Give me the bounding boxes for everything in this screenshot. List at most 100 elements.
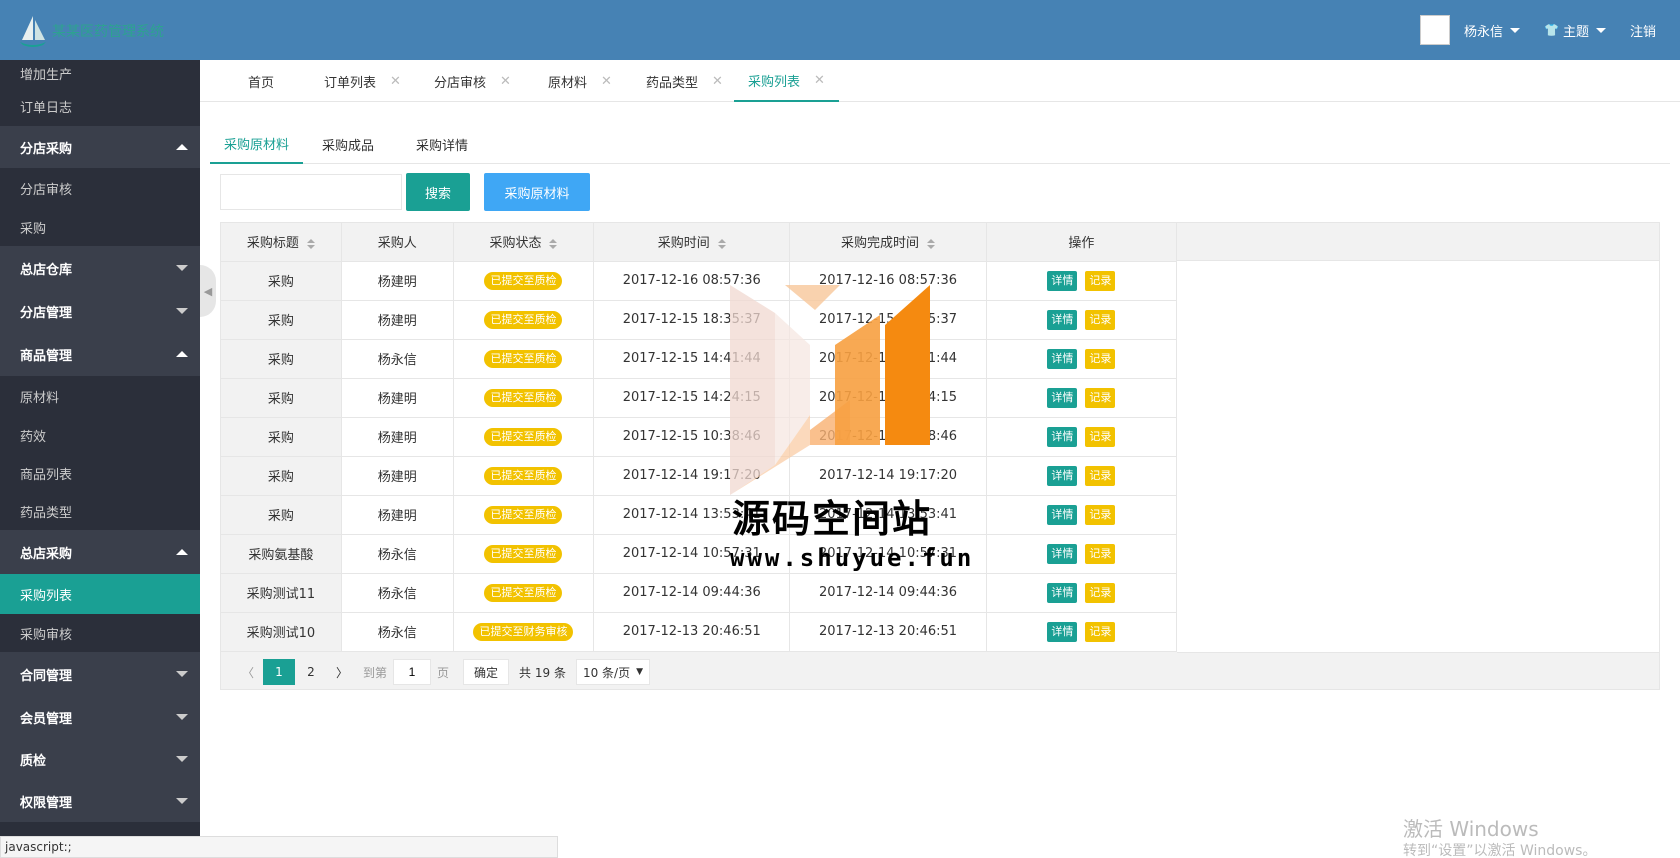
detail-button[interactable]: 详情 (1047, 426, 1078, 447)
user-menu[interactable]: 杨永信 (1464, 21, 1521, 40)
detail-button[interactable]: 详情 (1047, 348, 1078, 369)
tab-item[interactable]: 分店审核 ✕ (420, 60, 525, 102)
record-button[interactable]: 记录 (1085, 270, 1116, 291)
avatar[interactable] (1420, 15, 1450, 45)
table-row: 采购 杨建明 已提交至质检 2017-12-14 13:53:41 2017-12-14… (221, 495, 1178, 535)
tab-item[interactable]: 原材料 ✕ (534, 60, 626, 102)
column-header-label: 操作 (1068, 236, 1095, 252)
cell-title: 采购测试10 (221, 612, 342, 652)
sidebar-item[interactable]: 商品列表 (0, 454, 200, 492)
cell-buyer: 杨建明 (341, 495, 454, 535)
logout-link[interactable]: 注销 (1630, 21, 1656, 40)
sidebar-item-label: 合同管理 (20, 668, 73, 684)
sidebar-item[interactable]: 质检 (0, 738, 200, 780)
cell-buyer: 杨建明 (341, 378, 454, 418)
close-icon[interactable]: ✕ (814, 73, 825, 88)
theme-menu[interactable]: 👕 主题 (1544, 21, 1606, 40)
sidebar-item[interactable]: 会员管理 (0, 696, 200, 738)
sort-icon[interactable] (549, 238, 558, 249)
cell-status: 已提交至质检 (453, 495, 595, 535)
record-button[interactable]: 记录 (1085, 582, 1116, 603)
record-button[interactable]: 记录 (1085, 621, 1116, 642)
record-button[interactable]: 记录 (1085, 309, 1116, 330)
sidebar-item[interactable]: 总店仓库 (0, 246, 200, 290)
sidebar-item[interactable]: 商品管理 (0, 332, 200, 376)
sidebar-item[interactable]: 合同管理 (0, 652, 200, 696)
sort-icon[interactable] (306, 238, 315, 249)
tab-item[interactable]: 订单列表 ✕ (310, 60, 415, 102)
goto-label: 到第 (363, 665, 388, 680)
subtab-item[interactable]: 采购成品 (308, 124, 388, 164)
column-header[interactable]: 采购标题 (221, 223, 342, 262)
status-badge: 已提交至质检 (484, 583, 563, 602)
table-row: 采购杨建明已提交至质检2017-12-15 10:38:462017-12-15… (221, 417, 1178, 457)
cell-done-time: 2017-12-13 20:46:51 (789, 612, 987, 652)
detail-button[interactable]: 详情 (1047, 504, 1078, 525)
table-row: 采购杨建明已提交至质检2017-12-15 14:24:152017-12-15… (221, 378, 1178, 418)
prev-page-button[interactable]: 〈 (233, 659, 263, 685)
column-header[interactable]: 采购状态 (453, 223, 595, 262)
record-button[interactable]: 记录 (1085, 465, 1116, 486)
detail-button[interactable]: 详情 (1047, 582, 1078, 603)
sidebar-item[interactable]: 采购 (0, 208, 200, 246)
status-badge: 已提交至质检 (484, 310, 563, 329)
logo[interactable]: 某某医药管理系统 (18, 14, 164, 48)
goto-page-input[interactable] (393, 659, 432, 685)
sort-icon[interactable] (717, 238, 726, 249)
sidebar-item[interactable]: 药品类型 (0, 492, 200, 530)
column-header[interactable]: 采购时间 (593, 223, 791, 262)
record-button[interactable]: 记录 (1085, 504, 1116, 525)
app-title: 某某医药管理系统 (52, 24, 164, 40)
search-input[interactable] (220, 174, 402, 210)
tab-label: 订单列表 (324, 75, 377, 91)
detail-button[interactable]: 详情 (1047, 465, 1078, 486)
cell-title: 采购 (221, 495, 342, 535)
record-button[interactable]: 记录 (1085, 387, 1116, 408)
tab-item[interactable]: 采购列表 ✕ (734, 60, 839, 102)
sidebar-item[interactable]: 总店采购 (0, 530, 200, 574)
detail-button[interactable]: 详情 (1047, 387, 1078, 408)
subtab-item[interactable]: 采购原材料 (210, 124, 304, 164)
tab-item[interactable]: 药品类型 ✕ (632, 60, 737, 102)
sidebar-item-label: 分店采购 (20, 141, 73, 157)
sidebar-item-label: 质检 (20, 753, 47, 769)
sailboat-logo-icon (20, 16, 46, 47)
close-icon[interactable]: ✕ (601, 74, 612, 89)
search-button[interactable]: 搜索 (406, 173, 470, 211)
sidebar-item[interactable]: 采购审核 (0, 614, 200, 652)
close-icon[interactable]: ✕ (500, 74, 511, 89)
sidebar-item[interactable]: 采购列表 (0, 574, 200, 614)
column-header[interactable]: 采购完成时间 (789, 223, 987, 262)
subtab-item[interactable]: 采购详情 (402, 124, 482, 164)
sidebar-item[interactable]: 权限管理 (0, 780, 200, 822)
sidebar-item-label: 分店审核 (20, 182, 73, 198)
record-button[interactable]: 记录 (1085, 348, 1116, 369)
sidebar-item[interactable]: 药效 (0, 416, 200, 454)
cell-status: 已提交至质检 (453, 339, 595, 379)
tab-item[interactable]: 首页 (234, 60, 288, 102)
cell-status: 已提交至质检 (453, 300, 595, 340)
sidebar-item[interactable]: 分店采购 (0, 126, 200, 168)
record-button[interactable]: 记录 (1085, 543, 1116, 564)
sidebar-item[interactable]: 分店管理 (0, 290, 200, 332)
sidebar-item[interactable]: 增加生产 (0, 60, 200, 86)
sort-icon[interactable] (927, 238, 936, 249)
sidebar-item-label: 采购列表 (20, 588, 73, 604)
page-size-select[interactable]: 10 条/页 ▼ (575, 659, 651, 685)
purchase-material-button[interactable]: 采购原材料 (484, 173, 590, 211)
sidebar-item[interactable]: 订单日志 (0, 86, 200, 126)
detail-button[interactable]: 详情 (1047, 621, 1078, 642)
close-icon[interactable]: ✕ (390, 74, 401, 89)
goto-confirm-button[interactable]: 确定 (463, 659, 510, 685)
close-icon[interactable]: ✕ (712, 74, 723, 89)
page-2-button[interactable]: 2 (295, 659, 327, 685)
sidebar-item[interactable]: 分店审核 (0, 168, 200, 208)
sidebar-item[interactable]: 原材料 (0, 376, 200, 416)
detail-button[interactable]: 详情 (1047, 270, 1078, 291)
sidebar-collapse-handle[interactable]: ◀ (200, 265, 216, 317)
record-button[interactable]: 记录 (1085, 426, 1116, 447)
page-1-button[interactable]: 1 (263, 659, 295, 685)
detail-button[interactable]: 详情 (1047, 543, 1078, 564)
next-page-button[interactable]: 〉 (327, 659, 357, 685)
detail-button[interactable]: 详情 (1047, 309, 1078, 330)
